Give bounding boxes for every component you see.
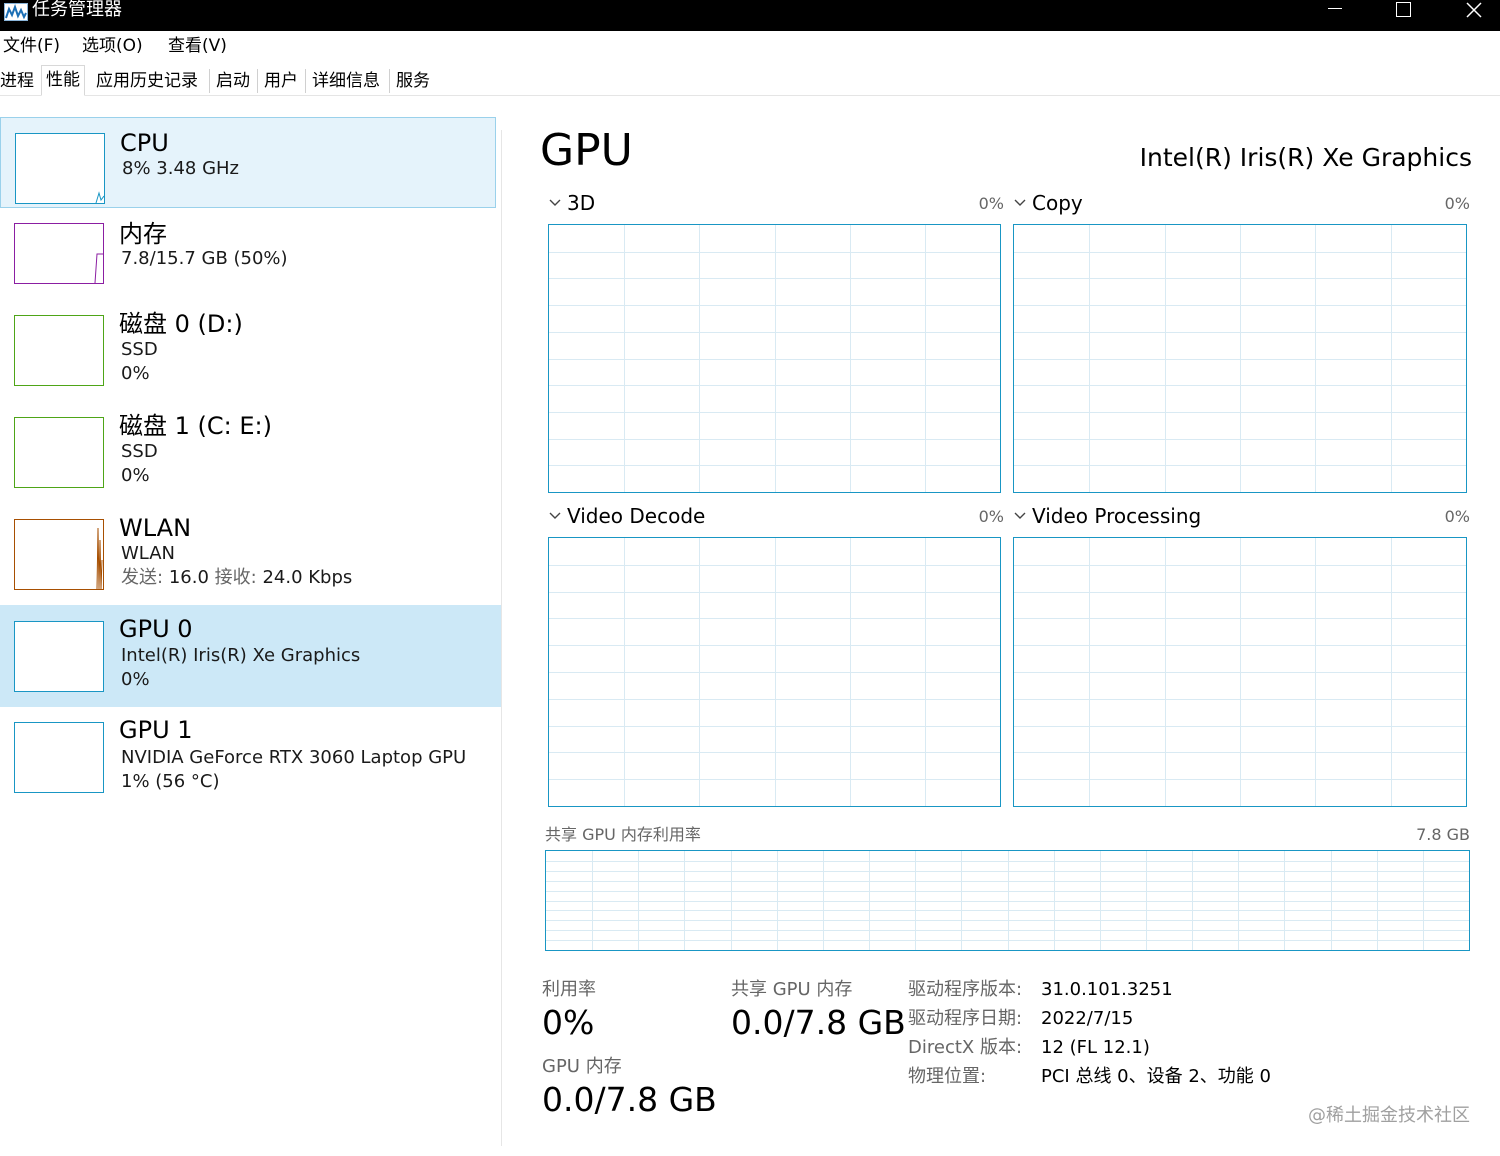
shared-gpu-memory-label: 共享 GPU 内存: [731, 979, 853, 1000]
minimize-icon[interactable]: [1300, 0, 1370, 31]
chevron-down-icon[interactable]: [548, 511, 562, 521]
gpu-memory-label: GPU 内存: [542, 1056, 622, 1077]
engine-label-video-decode[interactable]: Video Decode: [567, 504, 705, 528]
close-icon[interactable]: [1438, 0, 1500, 31]
engine-pct-video-decode: 0%: [978, 507, 1004, 526]
sidebar-item-title: GPU 0: [119, 615, 193, 643]
tab-separator: [389, 69, 390, 93]
sidebar-item-type: SSD: [121, 339, 158, 360]
utilization-label: 利用率: [542, 979, 596, 1000]
title-bar: 任务管理器: [0, 0, 1500, 31]
tab-separator: [209, 69, 210, 93]
sidebar-divider: [501, 130, 502, 1146]
disk-1-thumbnail-graph: [14, 417, 104, 488]
menu-file[interactable]: 文件(F): [3, 35, 60, 57]
menu-options[interactable]: 选项(O): [82, 35, 143, 57]
tab-processes[interactable]: 进程: [0, 67, 34, 95]
shared-gpu-memory-value: 0.0/7.8 GB: [731, 1003, 906, 1042]
page-title: GPU: [540, 125, 633, 176]
send-label: 发送:: [121, 567, 164, 588]
sidebar-item-detail: 8% 3.48 GHz: [122, 158, 240, 179]
sidebar-item-title: GPU 1: [119, 716, 193, 744]
menu-bar: 文件(F) 选项(O) 查看(V): [0, 31, 1500, 61]
gpu-name: Intel(R) Iris(R) Xe Graphics: [1139, 143, 1472, 172]
tab-app-history[interactable]: 应用历史记录: [96, 67, 198, 95]
watermark: @稀土掘金技术社区: [1308, 1105, 1470, 1126]
sidebar-item-usage: 0%: [121, 363, 150, 384]
driver-date-label: 驱动程序日期:: [908, 1008, 1023, 1029]
physical-location-value: PCI 总线 0、设备 2、功能 0: [1041, 1066, 1271, 1087]
gpu-0-thumbnail-graph: [14, 621, 104, 692]
chevron-down-icon[interactable]: [1013, 511, 1027, 521]
engine-pct-video-processing: 0%: [1444, 507, 1470, 526]
sidebar-item-gpu-0[interactable]: GPU 0 Intel(R) Iris(R) Xe Graphics 0%: [0, 605, 501, 707]
engine-graph-3d: [548, 224, 1001, 493]
sidebar-item-title: 内存: [119, 220, 167, 248]
gpu-1-thumbnail-graph: [14, 722, 104, 793]
sidebar-item-wlan[interactable]: WLAN WLAN 发送: 16.0 接收: 24.0 Kbps: [0, 504, 501, 605]
utilization-value: 0%: [542, 1003, 595, 1042]
task-manager-icon: [4, 3, 28, 21]
engine-pct-copy: 0%: [1444, 194, 1470, 213]
receive-value: 24.0 Kbps: [262, 567, 353, 588]
tab-separator: [305, 69, 306, 93]
shared-memory-graph: [545, 850, 1470, 951]
driver-date-value: 2022/7/15: [1041, 1008, 1134, 1029]
disk-0-thumbnail-graph: [14, 315, 104, 386]
engine-graph-copy: [1013, 224, 1467, 493]
sidebar-item-memory[interactable]: 内存 7.8/15.7 GB (50%): [0, 208, 501, 302]
gpu-memory-value: 0.0/7.8 GB: [542, 1080, 717, 1119]
directx-version-label: DirectX 版本:: [908, 1037, 1023, 1058]
engine-pct-3d: 0%: [978, 194, 1004, 213]
sidebar-item-model: NVIDIA GeForce RTX 3060 Laptop GPU: [121, 747, 467, 768]
memory-thumbnail-graph: [14, 223, 104, 284]
chevron-down-icon[interactable]: [1013, 198, 1027, 208]
window-title: 任务管理器: [32, 0, 122, 20]
sidebar-item-throughput: 发送: 16.0 接收: 24.0 Kbps: [121, 566, 352, 590]
engine-label-3d[interactable]: 3D: [567, 191, 595, 215]
engine-label-copy[interactable]: Copy: [1032, 191, 1083, 215]
maximize-icon[interactable]: [1368, 0, 1438, 31]
tab-performance[interactable]: 性能: [41, 65, 85, 96]
sidebar-item-title: 磁盘 0 (D:): [119, 310, 243, 338]
chevron-down-icon[interactable]: [548, 198, 562, 208]
receive-label: 接收:: [214, 567, 257, 588]
sidebar-item-model: Intel(R) Iris(R) Xe Graphics: [121, 645, 361, 666]
sidebar-item-title: 磁盘 1 (C: E:): [119, 412, 272, 440]
driver-version-label: 驱动程序版本:: [908, 979, 1023, 1000]
wlan-thumbnail-graph: [14, 519, 104, 590]
shared-memory-graph-label: 共享 GPU 内存利用率: [545, 825, 701, 844]
directx-version-value: 12 (FL 12.1): [1041, 1037, 1150, 1058]
sidebar-item-type: SSD: [121, 441, 158, 462]
sidebar-item-title: WLAN: [119, 514, 192, 542]
sidebar-item-adapter: WLAN: [121, 543, 176, 564]
tab-separator: [257, 69, 258, 93]
engine-graph-video-decode: [548, 537, 1001, 807]
engine-graph-video-processing: [1013, 537, 1467, 807]
sidebar-item-usage: 0%: [121, 465, 150, 486]
tab-startup[interactable]: 启动: [216, 67, 250, 95]
sidebar-item-usage: 0%: [121, 669, 150, 690]
cpu-thumbnail-graph: [15, 133, 105, 204]
engine-label-video-processing[interactable]: Video Processing: [1032, 504, 1201, 528]
sidebar-item-title: CPU: [120, 129, 169, 157]
sidebar-item-detail: 7.8/15.7 GB (50%): [121, 248, 288, 269]
tab-users[interactable]: 用户: [264, 67, 298, 95]
sidebar-item-gpu-1[interactable]: GPU 1 NVIDIA GeForce RTX 3060 Laptop GPU…: [0, 707, 501, 807]
menu-view[interactable]: 查看(V): [168, 35, 227, 57]
tab-bar: 进程 性能 应用历史记录 启动 用户 详细信息 服务: [0, 61, 1500, 96]
send-value: 16.0: [168, 567, 209, 588]
physical-location-label: 物理位置:: [908, 1066, 987, 1087]
sidebar-item-disk-1[interactable]: 磁盘 1 (C: E:) SSD 0%: [0, 404, 501, 504]
sidebar-item-usage: 1% (56 °C): [121, 771, 220, 792]
sidebar-item-disk-0[interactable]: 磁盘 0 (D:) SSD 0%: [0, 302, 501, 404]
sidebar-item-cpu[interactable]: CPU 8% 3.48 GHz: [0, 117, 496, 208]
tab-services[interactable]: 服务: [396, 67, 430, 95]
shared-memory-graph-max: 7.8 GB: [1416, 825, 1470, 844]
tab-details[interactable]: 详细信息: [312, 67, 380, 95]
driver-version-value: 31.0.101.3251: [1041, 979, 1173, 1000]
